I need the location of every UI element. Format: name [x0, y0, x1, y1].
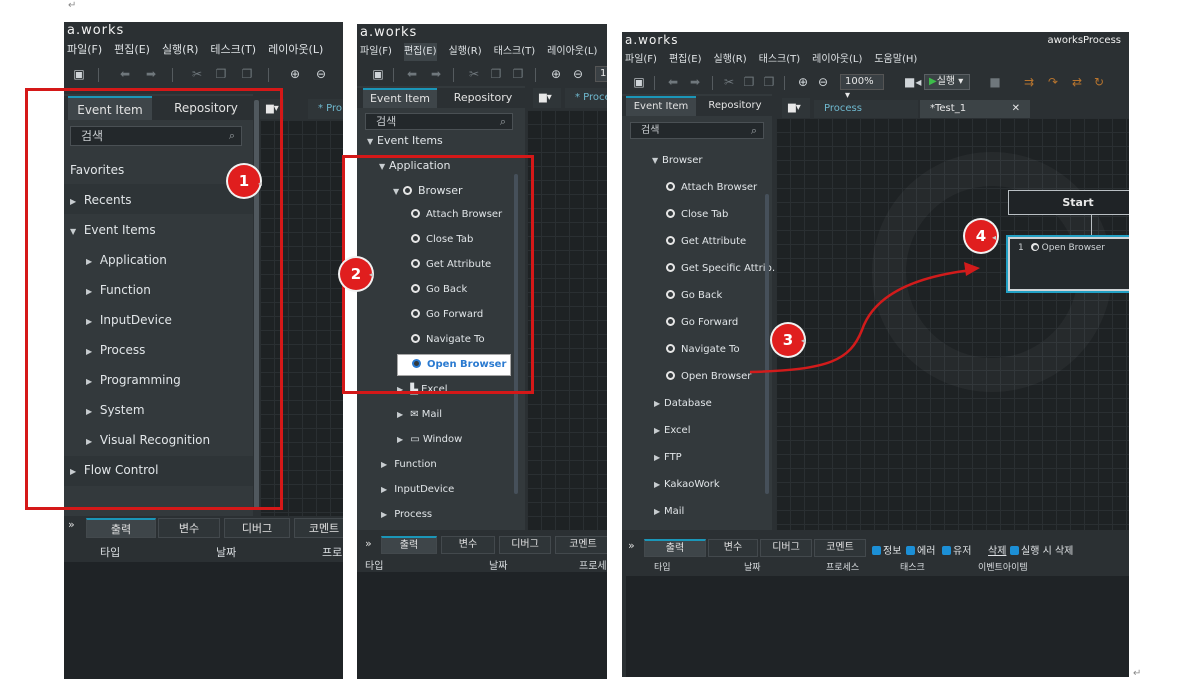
badge-tail-mark: ◂	[801, 336, 806, 345]
step-badge-3: 3	[772, 324, 804, 356]
drag-arrow	[749, 262, 980, 374]
drag-arrow-path	[749, 268, 973, 374]
arrow-head-icon	[964, 262, 980, 276]
badge-tail-mark: ◂	[992, 233, 997, 242]
